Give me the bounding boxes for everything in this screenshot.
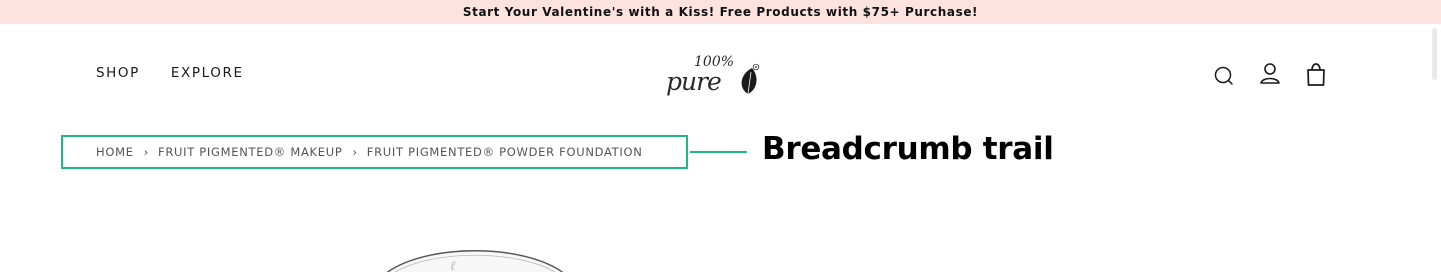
header-actions	[1212, 60, 1328, 88]
breadcrumb-separator: ›	[352, 145, 358, 159]
nav-explore-link[interactable]: EXPLORE	[171, 65, 244, 81]
breadcrumb-separator: ›	[143, 145, 149, 159]
product-image: ℓ	[380, 248, 570, 272]
annotation-label: Breadcrumb trail	[762, 131, 1054, 167]
brand-logo[interactable]: 100% pure	[664, 48, 764, 98]
scrollbar-thumb[interactable]	[1432, 28, 1437, 80]
breadcrumb-home[interactable]: HOME	[96, 145, 134, 159]
breadcrumb-current-page: FRUIT PIGMENTED® POWDER FOUNDATION	[366, 145, 643, 159]
svg-text:ℓ: ℓ	[450, 259, 456, 272]
promo-banner[interactable]: Start Your Valentine's with a Kiss! Free…	[0, 0, 1441, 24]
registered-mark-icon	[752, 63, 760, 71]
search-icon[interactable]	[1212, 60, 1236, 88]
main-nav: SHOP EXPLORE	[96, 65, 244, 81]
account-icon[interactable]	[1258, 60, 1282, 88]
leaf-icon	[741, 68, 757, 95]
breadcrumb-category[interactable]: FRUIT PIGMENTED® MAKEUP	[158, 145, 342, 159]
promo-text: Start Your Valentine's with a Kiss! Free…	[462, 5, 979, 19]
shopping-bag-icon[interactable]	[1304, 60, 1328, 88]
logo-text-bottom: pure	[666, 67, 721, 96]
breadcrumb: HOME › FRUIT PIGMENTED® MAKEUP › FRUIT P…	[61, 135, 688, 169]
nav-shop-link[interactable]: SHOP	[96, 65, 140, 81]
annotation-connector	[690, 151, 747, 153]
